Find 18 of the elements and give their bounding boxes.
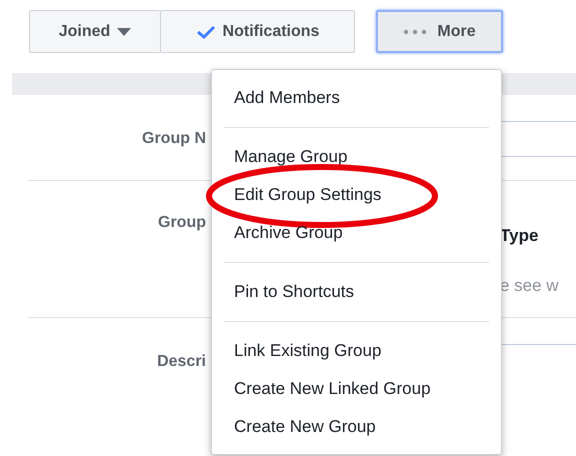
caret-icon xyxy=(117,28,132,36)
menu-item[interactable]: Create New Linked Group xyxy=(212,370,501,408)
menu-item[interactable]: Pin to Shortcuts xyxy=(212,273,501,311)
field-label: Group xyxy=(157,214,207,232)
menu-item[interactable]: Create New Group xyxy=(212,408,501,446)
menu-item[interactable]: Manage Group xyxy=(212,138,501,176)
section-heading: Type xyxy=(500,226,538,246)
joined-dropdown[interactable]: Joined xyxy=(29,10,160,53)
menu-item[interactable]: Add Members xyxy=(212,79,501,117)
more-button[interactable]: More xyxy=(376,10,503,53)
menu-item[interactable]: Edit Group Settings xyxy=(212,176,501,214)
menu-item[interactable]: Archive Group xyxy=(212,214,501,252)
field-label: Descri xyxy=(156,353,207,371)
check-icon xyxy=(196,24,216,38)
field-label: Group N xyxy=(141,130,207,148)
notifications-button[interactable]: Notifications xyxy=(160,10,355,53)
menu-item[interactable]: Link Existing Group xyxy=(212,332,501,370)
more-icon xyxy=(403,28,428,34)
